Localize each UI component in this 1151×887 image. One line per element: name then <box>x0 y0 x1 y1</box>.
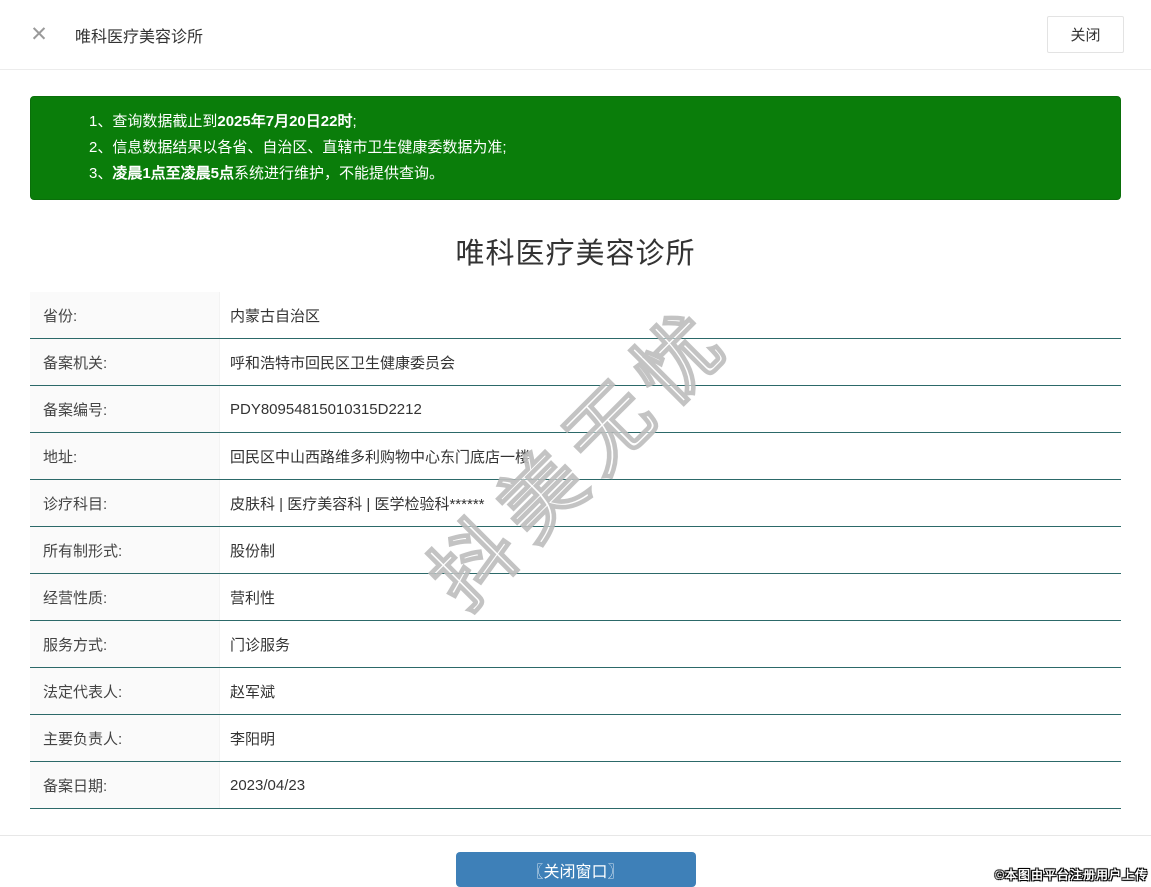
row-value: 回民区中山西路维多利购物中心东门底店一楼 <box>230 448 531 466</box>
row-value: PDY80954815010315D2212 <box>230 400 422 418</box>
notice-num: 1、 <box>89 113 113 130</box>
notice-text: 查询数据截止到 <box>112 113 218 130</box>
notice-line-3: 3、凌晨1点至凌晨5点系统进行维护，不能提供查询。 <box>89 161 1100 187</box>
close-button[interactable]: 关闭 <box>1047 16 1124 53</box>
notice-bold-text: 凌晨1点至凌晨5点 <box>112 165 235 182</box>
row-label: 诊疗科目: <box>30 480 220 526</box>
row-label: 备案编号: <box>30 386 220 432</box>
row-value: 门诊服务 <box>230 636 291 654</box>
table-row: 备案编号: PDY80954815010315D2212 <box>30 386 1121 433</box>
row-label: 备案日期: <box>30 762 220 808</box>
row-label: 备案机关: <box>30 339 220 385</box>
table-row: 省份: 内蒙古自治区 <box>30 292 1121 339</box>
table-row: 备案日期: 2023/04/23 <box>30 762 1121 809</box>
topbar: ✕ 唯科医疗美容诊所 关闭 <box>0 0 1151 70</box>
close-x-icon[interactable]: ✕ <box>27 24 51 45</box>
row-label: 经营性质: <box>30 574 220 620</box>
row-label: 所有制形式: <box>30 527 220 573</box>
table-row: 备案机关: 呼和浩特市回民区卫生健康委员会 <box>30 339 1121 386</box>
notice-bold-text: 2025年7月20日22时 <box>217 113 353 130</box>
row-value: 股份制 <box>230 542 276 560</box>
notice-banner: 1、查询数据截止到2025年7月20日22时; 2、信息数据结果以各省、自治区、… <box>30 96 1121 200</box>
notice-text: 系统进行维护，不能提供查询。 <box>234 165 445 182</box>
notice-text: ; <box>352 113 357 130</box>
row-value: 皮肤科 | 医疗美容科 | 医学检验科****** <box>230 495 485 513</box>
table-row: 诊疗科目: 皮肤科 | 医疗美容科 | 医学检验科****** <box>30 480 1121 527</box>
notice-line-2: 2、信息数据结果以各省、自治区、直辖市卫生健康委数据为准; <box>89 135 1100 161</box>
close-window-button[interactable]: 〖关闭窗口〗 <box>455 852 696 887</box>
info-table: 省份: 内蒙古自治区 备案机关: 呼和浩特市回民区卫生健康委员会 备案编号: P… <box>30 289 1121 809</box>
table-row: 地址: 回民区中山西路维多利购物中心东门底店一楼 <box>30 433 1121 480</box>
table-row: 经营性质: 营利性 <box>30 574 1121 621</box>
row-label: 法定代表人: <box>30 668 220 714</box>
notice-line-1: 1、查询数据截止到2025年7月20日22时; <box>89 109 1100 135</box>
upload-credit: ©本图由平台注册用户上传 <box>995 868 1148 882</box>
row-value: 内蒙古自治区 <box>230 307 321 325</box>
footer: 〖关闭窗口〗 <box>0 836 1151 887</box>
row-label: 服务方式: <box>30 621 220 667</box>
table-row: 法定代表人: 赵军斌 <box>30 668 1121 715</box>
row-value: 2023/04/23 <box>230 776 306 794</box>
page-title: 唯科医疗美容诊所 <box>455 238 696 270</box>
row-value: 李阳明 <box>230 730 276 748</box>
row-label: 主要负责人: <box>30 715 220 761</box>
row-label: 地址: <box>30 433 220 479</box>
notice-text: 信息数据结果以各省、自治区、直辖市卫生健康委数据为准; <box>112 139 507 156</box>
window-title: 唯科医疗美容诊所 <box>75 28 204 46</box>
row-value: 营利性 <box>230 589 276 607</box>
notice-num: 3、 <box>89 165 113 182</box>
notice-num: 2、 <box>89 139 113 156</box>
table-row: 所有制形式: 股份制 <box>30 527 1121 574</box>
row-label: 省份: <box>30 292 220 338</box>
row-value: 赵军斌 <box>230 683 276 701</box>
table-row: 主要负责人: 李阳明 <box>30 715 1121 762</box>
table-row: 服务方式: 门诊服务 <box>30 621 1121 668</box>
row-value: 呼和浩特市回民区卫生健康委员会 <box>230 354 456 372</box>
